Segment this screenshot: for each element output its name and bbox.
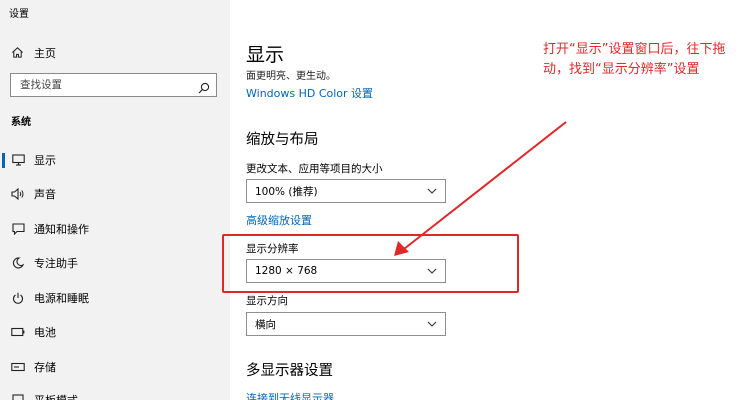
annotation-arrow-icon <box>394 121 567 256</box>
